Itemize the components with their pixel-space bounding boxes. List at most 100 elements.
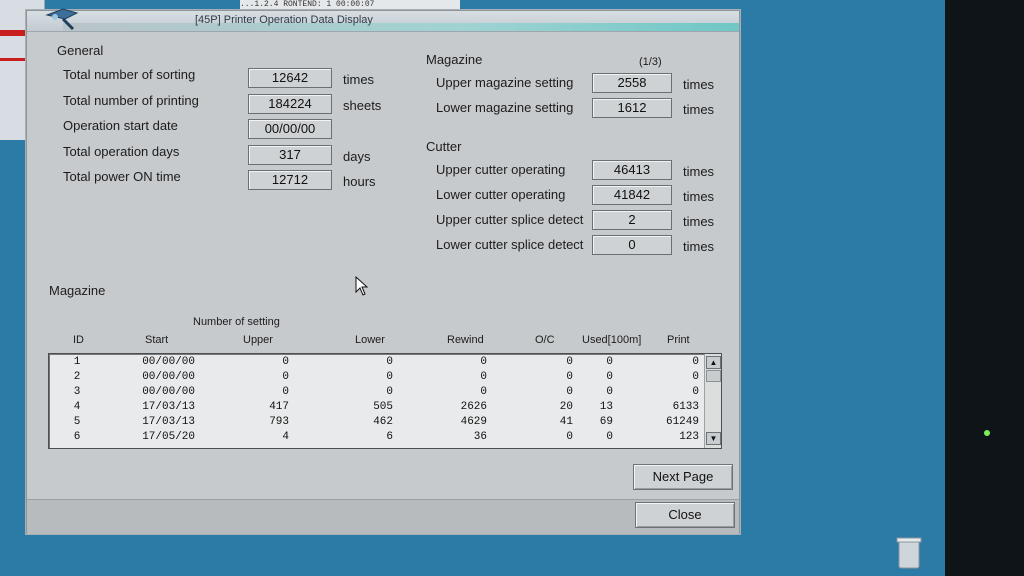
cell-rewind: 0 <box>480 371 487 383</box>
lower-magazine-setting-value: 1612 <box>592 98 672 118</box>
lower-magazine-setting-unit: times <box>683 102 715 117</box>
lower-cutter-splice-value: 0 <box>592 235 672 255</box>
operation-start-date-label: Operation start date <box>63 118 178 133</box>
cell-lower: 0 <box>386 371 393 383</box>
table-row[interactable]: 5 17/03/13 793 462 4629 41 69 61249 <box>49 415 704 430</box>
cell-print: 0 <box>692 356 699 368</box>
cell-print: 0 <box>692 386 699 398</box>
cell-lower: 6 <box>386 431 393 443</box>
cell-used: 0 <box>606 371 613 383</box>
cell-lower: 505 <box>373 401 393 413</box>
total-operation-days-unit: days <box>343 149 371 164</box>
col-header-oc: O/C <box>535 334 555 346</box>
cell-upper: 4 <box>282 431 289 443</box>
cell-lower: 0 <box>386 386 393 398</box>
magazine-data-table[interactable]: 1 00/00/00 0 0 0 0 0 0 2 00/00/00 0 0 0 … <box>48 353 722 449</box>
total-power-on-label: Total power ON time <box>63 169 181 184</box>
table-row[interactable]: 1 00/00/00 0 0 0 0 0 0 <box>49 355 704 370</box>
operation-start-date-value: 00/00/00 <box>248 119 332 139</box>
lower-cutter-operating-label: Lower cutter operating <box>436 187 566 202</box>
cell-id: 5 <box>73 416 81 428</box>
lower-cutter-splice-unit: times <box>683 239 715 254</box>
lower-cutter-operating-value: 41842 <box>592 185 672 205</box>
table-row[interactable]: 4 17/03/13 417 505 2626 20 13 6133 <box>49 400 704 415</box>
total-printing-unit: sheets <box>343 98 382 113</box>
window-title: [45P] Printer Operation Data Display <box>195 14 373 26</box>
cell-used: 69 <box>599 416 613 428</box>
total-power-on-value: 12712 <box>248 170 332 190</box>
lower-cutter-splice-label: Lower cutter splice detect <box>436 237 584 252</box>
upper-cutter-splice-unit: times <box>683 214 715 229</box>
table-row[interactable]: 2 00/00/00 0 0 0 0 0 0 <box>49 370 704 385</box>
total-printing-value: 184224 <box>248 94 332 114</box>
lower-magazine-setting-label: Lower magazine setting <box>436 100 574 115</box>
cell-oc: 0 <box>566 386 573 398</box>
cell-id: 2 <box>73 371 81 383</box>
cell-start: 00/00/00 <box>142 371 195 383</box>
cell-start: 17/03/13 <box>142 401 195 413</box>
trash-icon[interactable] <box>896 536 922 570</box>
mouse-pointer-icon <box>355 276 369 296</box>
table-row[interactable]: 3 00/00/00 0 0 0 0 0 0 <box>49 385 704 400</box>
cell-upper: 0 <box>282 356 289 368</box>
col-header-lower: Lower <box>355 334 385 346</box>
number-of-setting-header: Number of setting <box>193 316 280 328</box>
printer-operation-dialog: [45P] Printer Operation Data Display Gen… <box>26 8 740 534</box>
cell-print: 123 <box>679 431 699 443</box>
background-status-text: ...1.2.4 RONTEND: 1 00:00:07 <box>240 0 460 9</box>
cell-upper: 417 <box>269 401 289 413</box>
total-sorting-label: Total number of sorting <box>63 67 196 82</box>
upper-magazine-setting-unit: times <box>683 77 715 92</box>
dialog-footer <box>27 499 739 534</box>
lower-cutter-operating-unit: times <box>683 189 715 204</box>
cell-oc: 0 <box>566 371 573 383</box>
cell-upper: 0 <box>282 386 289 398</box>
col-header-start: Start <box>145 334 169 346</box>
scroll-thumb[interactable] <box>706 370 721 382</box>
cell-print: 0 <box>692 371 699 383</box>
table-scrollbar[interactable]: ▲ ▼ <box>704 354 721 448</box>
upper-cutter-operating-value: 46413 <box>592 160 672 180</box>
title-accent-strip <box>63 23 739 31</box>
cell-id: 6 <box>73 431 81 443</box>
power-led <box>984 430 990 436</box>
col-header-rewind: Rewind <box>447 334 484 346</box>
cell-rewind: 36 <box>473 431 487 443</box>
cell-rewind: 2626 <box>460 401 487 413</box>
desktop-edge <box>945 0 1024 576</box>
upper-magazine-setting-value: 2558 <box>592 73 672 93</box>
cell-used: 0 <box>606 431 613 443</box>
table-row[interactable]: 6 17/05/20 4 6 36 0 0 123 <box>49 430 704 445</box>
upper-cutter-splice-value: 2 <box>592 210 672 230</box>
cell-id: 4 <box>73 401 81 413</box>
page-indicator: (1/3) <box>639 56 662 68</box>
cutter-heading: Cutter <box>426 139 462 154</box>
cell-print: 6133 <box>672 401 699 413</box>
cell-rewind: 0 <box>480 386 487 398</box>
cell-rewind: 0 <box>480 356 487 368</box>
cell-start: 17/05/20 <box>142 431 195 443</box>
total-printing-label: Total number of printing <box>63 93 199 108</box>
close-button[interactable]: Close <box>635 502 735 528</box>
cell-used: 0 <box>606 386 613 398</box>
cell-id: 1 <box>73 356 81 368</box>
cell-lower: 462 <box>373 416 393 428</box>
cell-upper: 0 <box>282 371 289 383</box>
upper-magazine-setting-label: Upper magazine setting <box>436 75 574 90</box>
cell-oc: 0 <box>566 356 573 368</box>
cell-oc: 20 <box>559 401 573 413</box>
next-page-button[interactable]: Next Page <box>633 464 733 490</box>
col-header-id: ID <box>73 334 84 346</box>
cell-start: 00/00/00 <box>142 356 195 368</box>
total-power-on-unit: hours <box>343 174 376 189</box>
cell-start: 17/03/13 <box>142 416 195 428</box>
cell-print: 61249 <box>665 416 699 428</box>
title-bar[interactable]: [45P] Printer Operation Data Display <box>27 8 739 32</box>
total-operation-days-label: Total operation days <box>63 144 180 159</box>
col-header-used: Used[100m] <box>582 334 642 346</box>
scroll-up-icon[interactable]: ▲ <box>706 356 721 369</box>
cell-used: 0 <box>606 356 613 368</box>
general-heading: General <box>57 43 104 58</box>
cell-lower: 0 <box>386 356 393 368</box>
scroll-down-icon[interactable]: ▼ <box>706 432 721 445</box>
